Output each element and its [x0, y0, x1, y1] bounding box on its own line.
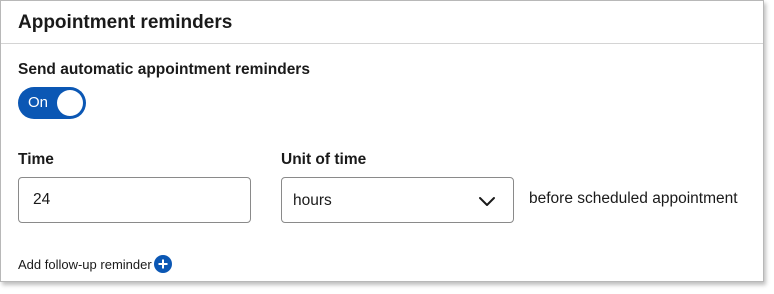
unit-selected-value: hours [293, 192, 332, 209]
unit-of-time-label: Unit of time [281, 151, 367, 168]
appointment-reminders-card: Appointment reminders Send automatic app… [0, 0, 764, 282]
title-divider [1, 43, 763, 44]
add-followup-reminder-link[interactable]: Add follow-up reminder [18, 255, 172, 273]
auto-reminders-toggle[interactable]: On [18, 87, 86, 119]
chevron-down-icon [479, 197, 495, 206]
toggle-state-label: On [28, 94, 49, 111]
time-input[interactable] [18, 177, 251, 223]
unit-of-time-select[interactable]: hours [281, 177, 514, 223]
card-title: Appointment reminders [18, 12, 233, 33]
plus-circle-icon [153, 255, 172, 273]
before-appointment-text: before scheduled appointment [529, 190, 738, 207]
time-label: Time [18, 151, 54, 168]
auto-reminders-label: Send automatic appointment reminders [18, 61, 310, 78]
add-followup-label: Add follow-up reminder [18, 256, 152, 272]
toggle-knob [57, 90, 83, 116]
